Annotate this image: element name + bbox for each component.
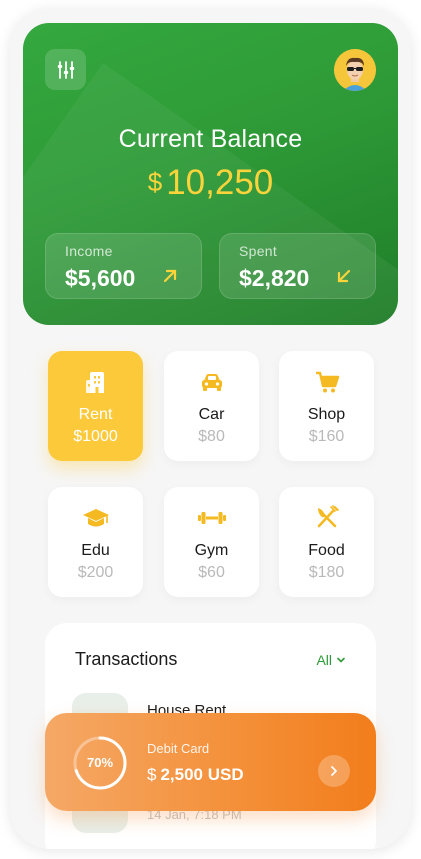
category-car[interactable]: Car $80: [164, 351, 259, 461]
category-shop[interactable]: Shop $160: [279, 351, 374, 461]
spent-label: Spent: [239, 243, 278, 259]
category-gym[interactable]: Gym $60: [164, 487, 259, 597]
chevron-right-icon: [331, 766, 337, 776]
category-food[interactable]: Food $180: [279, 487, 374, 597]
arrow-down-left-icon: [337, 269, 351, 283]
category-price: $60: [198, 564, 225, 581]
debit-card-amount: $2,500 USD: [147, 765, 244, 785]
car-icon: [201, 374, 222, 391]
category-name: Rent: [78, 406, 113, 423]
debit-card[interactable]: 70% Debit Card $2,500 USD: [45, 713, 376, 811]
balance-value: 10,250: [166, 163, 274, 202]
category-name: Shop: [307, 406, 346, 423]
balance-title: Current Balance: [118, 125, 303, 153]
category-price: $160: [308, 428, 345, 445]
debit-card-go-button[interactable]: [318, 755, 350, 787]
debit-card-label: Debit Card: [147, 741, 210, 756]
user-avatar-icon: [334, 49, 376, 91]
balance-card: Current Balance $10,250 Income $5,600 Sp…: [23, 23, 398, 325]
category-price: $80: [198, 428, 225, 445]
category-name: Gym: [194, 542, 229, 559]
phone-screen: Current Balance $10,250 Income $5,600 Sp…: [10, 9, 411, 849]
balance-amount: $10,250: [23, 163, 398, 203]
spent-value: $2,820: [239, 265, 310, 291]
building-icon: [85, 372, 104, 393]
sliders-icon: [57, 60, 74, 79]
income-value: $5,600: [65, 265, 136, 291]
debit-currency: $: [147, 765, 157, 784]
category-price: $1000: [73, 428, 118, 445]
income-label: Income: [65, 243, 113, 259]
transactions-title: Transactions: [75, 649, 178, 669]
graduation-cap-icon: [82, 509, 109, 527]
category-name: Car: [198, 406, 225, 423]
category-name: Food: [308, 542, 345, 559]
category-edu[interactable]: Edu $200: [48, 487, 143, 597]
category-price: $200: [77, 564, 114, 581]
arrow-up-right-icon: [163, 269, 177, 283]
category-price: $180: [308, 564, 345, 581]
cart-icon: [315, 371, 339, 393]
category-name: Edu: [81, 542, 110, 559]
chevron-down-icon: [337, 657, 345, 663]
spent-card[interactable]: Spent $2,820: [219, 233, 376, 299]
fork-knife-icon: [317, 505, 339, 528]
filter-button[interactable]: [45, 49, 86, 90]
balance-currency: $: [147, 167, 163, 197]
filter-label: All: [316, 652, 332, 668]
avatar[interactable]: [334, 49, 376, 91]
debit-amount-value: 2,500 USD: [160, 765, 244, 784]
category-rent[interactable]: Rent $1000: [48, 351, 143, 461]
progress-percent: 70%: [86, 755, 114, 770]
transactions-filter[interactable]: All: [316, 652, 346, 668]
dumbbell-icon: [197, 512, 226, 524]
income-card[interactable]: Income $5,600: [45, 233, 202, 299]
